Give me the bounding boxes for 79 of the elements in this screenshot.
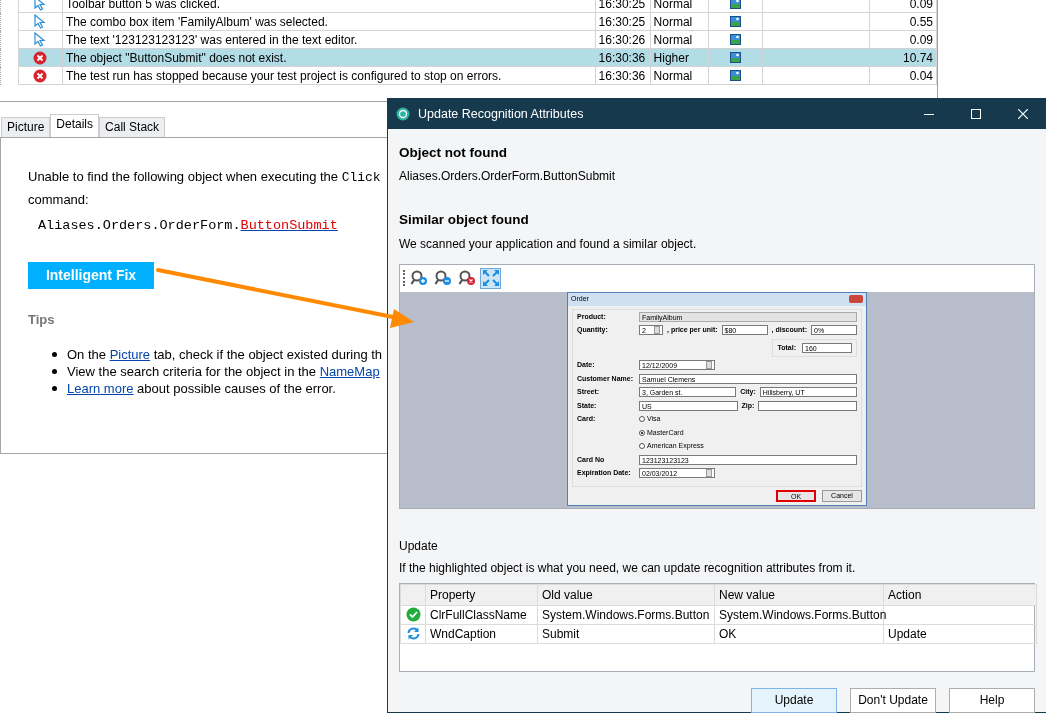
- tip-text: On the Picture tab, check if the object existed during th: [67, 345, 383, 363]
- log-value: 0.55: [869, 12, 937, 31]
- dialog-button[interactable]: Help: [949, 687, 1035, 713]
- image-icon[interactable]: [729, 52, 741, 63]
- section-heading: Similar object found: [399, 211, 530, 230]
- bullet-icon: [52, 385, 57, 391]
- column-header: Old value: [537, 584, 715, 605]
- log-time: 16:30:25: [595, 12, 651, 31]
- log-value: 0.09: [869, 0, 937, 13]
- zoom-reset-icon: [457, 269, 476, 287]
- log-value: 0.09: [869, 30, 937, 49]
- cursor-icon: [34, 32, 47, 47]
- table-cell: Update: [883, 624, 1037, 643]
- radio-button[interactable]: [639, 443, 645, 450]
- close-icon: [1017, 109, 1028, 119]
- log-message: The text '123123123123' was entered in the text editor.: [62, 30, 596, 49]
- check-icon: [405, 607, 421, 622]
- section-heading: Object not found: [399, 144, 508, 162]
- image-icon[interactable]: [729, 34, 741, 45]
- log-time: 16:30:36: [595, 66, 651, 85]
- object-path: Aliases.Orders.OrderForm.ButtonSubmit: [399, 168, 617, 186]
- bullet-icon: [52, 351, 57, 357]
- table-cell: ClrFullClassName: [425, 605, 538, 624]
- log-priority: Normal: [650, 12, 708, 31]
- log-time: 16:30:25: [595, 0, 651, 13]
- viewer-tool-button[interactable]: [480, 267, 501, 289]
- table-cell: OK: [714, 624, 884, 643]
- table-cell: WndCaption: [425, 624, 538, 643]
- log-priority: Normal: [650, 66, 708, 85]
- refresh-icon: [405, 626, 421, 641]
- radio-button[interactable]: [639, 429, 645, 436]
- error-icon: [33, 50, 48, 65]
- cursor-icon: [34, 14, 47, 29]
- app-icon: [396, 107, 410, 121]
- object-link[interactable]: ButtonSubmit: [240, 218, 338, 233]
- error-icon: [33, 68, 48, 83]
- object-path: Aliases.Orders.OrderForm.ButtonSubmit: [38, 217, 339, 235]
- error-message: Unable to find the following object when executing the Click command:: [28, 168, 381, 209]
- log-message: The test run has stopped because your test project is configured to stop on errors.: [62, 66, 596, 85]
- tip-text: Learn more about possible causes of the error.: [67, 379, 336, 397]
- log-priority: Normal: [650, 30, 708, 49]
- column-header: Property: [425, 584, 538, 605]
- column-header: Action: [883, 584, 1037, 605]
- tip-link[interactable]: Picture: [109, 346, 151, 362]
- log-message: The combo box item 'FamilyAlbum' was selected.: [62, 12, 596, 31]
- table-cell: Submit: [537, 624, 715, 643]
- bullet-icon: [52, 368, 57, 374]
- description: If the highlighted object is what you need, we can update recognition attributes from it.: [399, 559, 857, 577]
- tip-text: View the search criteria for the object in the NameMap: [67, 362, 380, 380]
- dialog-button[interactable]: Update: [751, 687, 837, 713]
- tips-heading: Tips: [28, 311, 56, 330]
- log-row[interactable]: The test run has stopped because your test project is configured to stop on errors. 16:30:36 Normal 0.04: [0, 66, 937, 85]
- window-title: Update Recognition Attributes: [418, 105, 585, 123]
- image-icon[interactable]: [729, 70, 741, 81]
- log-row[interactable]: The combo box item 'FamilyAlbum' was selected. 16:30:25 Normal 0.55: [0, 12, 937, 31]
- log-value: 0.04: [869, 66, 937, 85]
- tab[interactable]: Details: [50, 114, 100, 137]
- cursor-icon: [34, 0, 47, 11]
- log-row[interactable]: The text '123123123123' was entered in the text editor. 16:30:26 Normal 0.09: [0, 30, 937, 49]
- column-header: New value: [714, 584, 884, 605]
- zoom-in-icon: [409, 269, 428, 287]
- tip-link[interactable]: Learn more: [67, 380, 134, 396]
- maximize-icon: [970, 109, 981, 119]
- table-cell: System.Windows.Forms.Button: [537, 605, 715, 624]
- description: We scanned your application and found a similar object.: [399, 235, 698, 253]
- table-cell: System.Windows.Forms.Button: [714, 605, 884, 624]
- image-icon[interactable]: [729, 16, 741, 27]
- section-label: Update: [399, 537, 439, 555]
- text-field[interactable]: [758, 400, 857, 411]
- zoom-out-icon: [433, 269, 452, 287]
- tab[interactable]: Picture: [1, 117, 51, 137]
- log-time: 16:30:26: [595, 30, 651, 49]
- dialog-button[interactable]: Don't Update: [850, 687, 936, 713]
- tip-link[interactable]: NameMap: [319, 363, 380, 379]
- radio-button[interactable]: [639, 416, 645, 423]
- log-row[interactable]: The object "ButtonSubmit" does not exist. 16:30:36 Higher 10.74: [0, 48, 937, 67]
- fit-icon: [481, 269, 500, 287]
- tab[interactable]: Call Stack: [99, 117, 166, 137]
- image-icon[interactable]: [729, 0, 741, 9]
